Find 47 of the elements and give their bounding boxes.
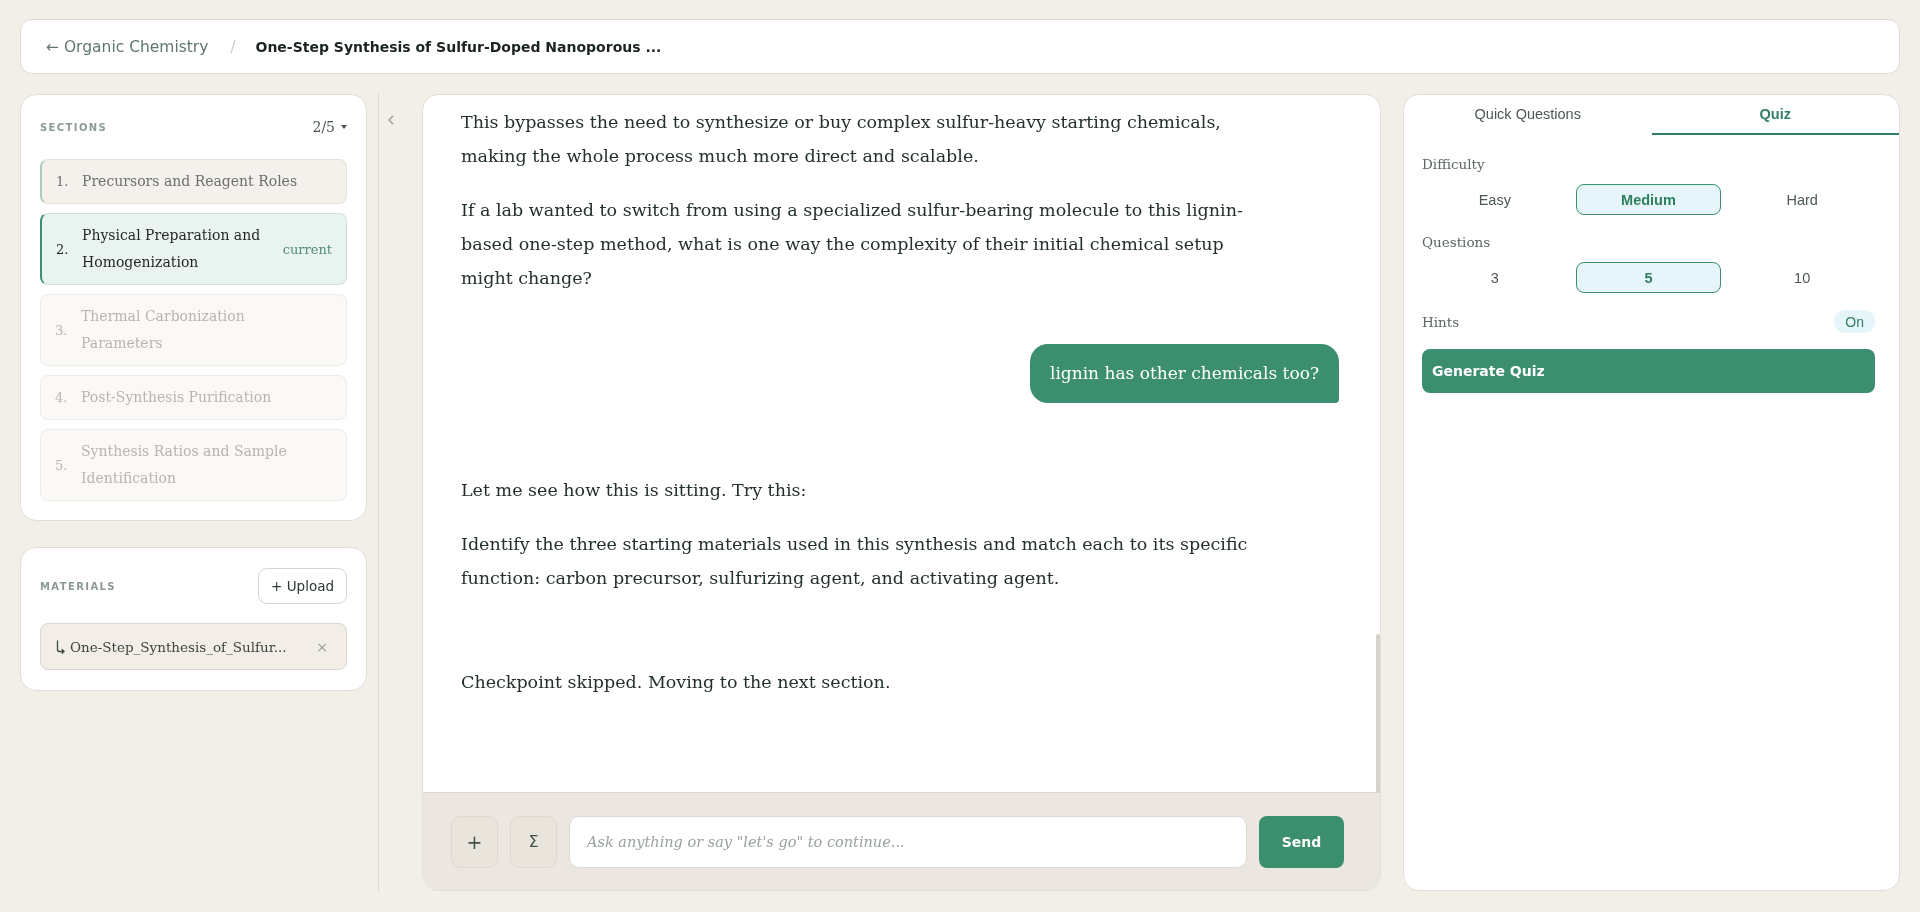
hook-arrow-icon [56, 639, 65, 654]
difficulty-option[interactable]: Medium [1575, 184, 1722, 215]
chevron-left-icon[interactable] [388, 115, 394, 125]
section-title: Post-Synthesis Purification [81, 388, 273, 407]
section-title: Thermal Carbonization Parameters [81, 307, 246, 353]
difficulty-option[interactable]: Hard [1729, 184, 1875, 215]
questions-label: Questions [1422, 233, 1491, 251]
hints-label: Hints [1422, 312, 1460, 331]
assistant-message-text: Identify the three starting materials used in this synthesis and match each to its specific function: carbon precursor, sulfurizing agent, and activating agent. [461, 533, 1249, 590]
back-link[interactable]: ← Organic Chemistry [46, 37, 209, 56]
question-count-option[interactable]: 5 [1575, 262, 1722, 293]
section-number: 2. [56, 240, 70, 259]
page-title: One-Step Synthesis of Sulfur-Doped Nanoporous ... [255, 38, 662, 55]
file-name: One-Step_Synthesis_of_Sulfur... [70, 638, 288, 655]
section-number: 4. [55, 389, 69, 407]
question-count-option[interactable]: 3 [1422, 262, 1568, 293]
caret-icon [341, 125, 347, 129]
user-message-bubble: lignin has other chemicals too? [1029, 344, 1339, 403]
section-item[interactable]: 1. Precursors and Reagent Roles [40, 159, 347, 204]
assistant-message-text: Let me see how this is sitting. Try this: [461, 479, 808, 502]
add-button[interactable]: + [451, 815, 498, 868]
difficulty-label: Difficulty [1422, 155, 1485, 173]
section-item[interactable]: 2. Physical Preparation and Homogenization current [40, 213, 347, 285]
current-label: current [282, 240, 332, 259]
section-number: 3. [55, 321, 69, 340]
send-button[interactable]: Send [1259, 815, 1344, 868]
math-button[interactable]: Σ [510, 815, 557, 868]
hints-toggle[interactable]: On [1834, 310, 1875, 333]
section-number: 1. [56, 173, 70, 191]
question-count-option[interactable]: 10 [1729, 262, 1875, 293]
breadcrumb-separator: / [230, 37, 236, 56]
materials-heading: MATERIALS [40, 580, 116, 592]
panel-tab[interactable]: Quiz [1651, 95, 1899, 135]
difficulty-option[interactable]: Easy [1422, 184, 1568, 215]
generate-quiz-button[interactable]: Generate Quiz [1422, 349, 1875, 393]
upload-button[interactable]: + Upload [258, 568, 347, 604]
section-number: 5. [55, 456, 69, 475]
section-title: Precursors and Reagent Roles [82, 172, 299, 191]
panel-tab[interactable]: Quick Questions [1404, 95, 1652, 135]
section-title: Synthesis Ratios and Sample Identification [81, 442, 288, 488]
assistant-message-text: This bypasses the need to synthesize or buy complex sulfur-heavy starting chemicals, making the whole process much more direct and scalable. [461, 111, 1222, 168]
assistant-message-text: If a lab wanted to switch from using a specialized sulfur-bearing molecule to this lignin-based one-step method, what is one way the complexity of their initial chemical setup might change? [461, 199, 1244, 290]
section-progress-dropdown[interactable]: 2/5 [312, 119, 347, 135]
assistant-message-text: Checkpoint skipped. Moving to the next section. [461, 671, 892, 694]
remove-button[interactable]: × [312, 638, 332, 655]
section-title: Physical Preparation and Homogenization [82, 226, 262, 272]
sections-heading: SECTIONS [40, 121, 108, 133]
